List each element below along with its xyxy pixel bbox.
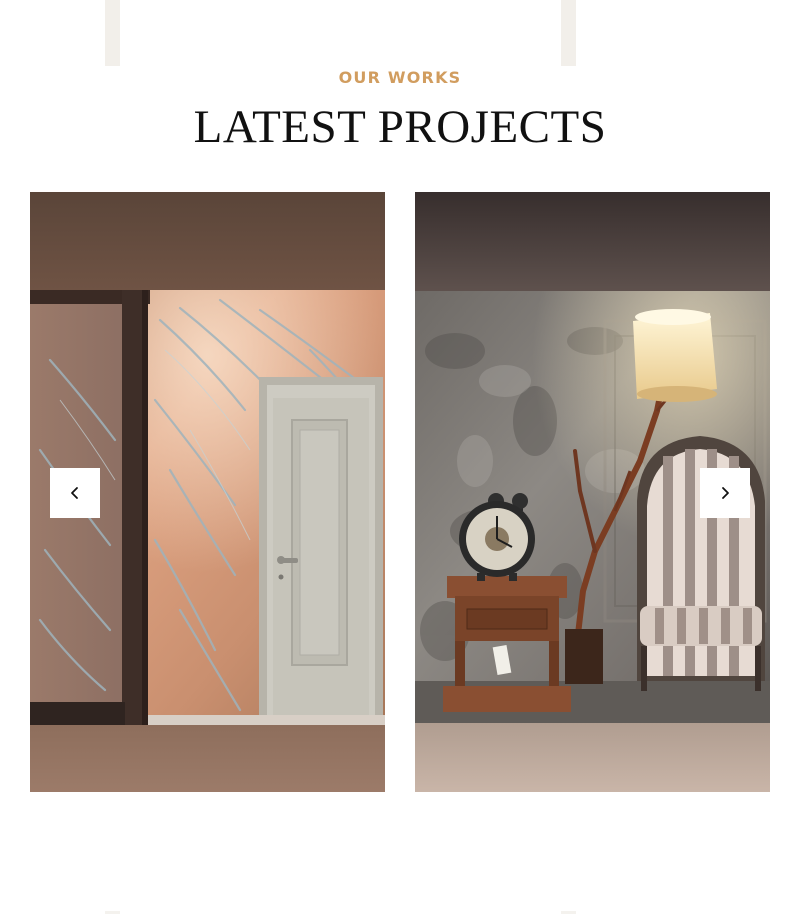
slide-2-bottom-band bbox=[415, 723, 770, 792]
slide-1-top-band bbox=[30, 192, 385, 290]
carousel-prev-button[interactable] bbox=[50, 468, 100, 518]
top-decor-right bbox=[561, 0, 576, 66]
carousel-next-button[interactable] bbox=[700, 468, 750, 518]
slide-1-bottom-band bbox=[30, 725, 385, 792]
top-decor-left bbox=[105, 0, 120, 66]
chevron-right-icon bbox=[722, 487, 729, 499]
section-title: LATEST PROJECTS bbox=[193, 101, 607, 153]
section-eyebrow: OUR WORKS bbox=[338, 68, 462, 87]
slide-2-top-band bbox=[415, 192, 770, 291]
chevron-left-icon bbox=[71, 487, 78, 499]
